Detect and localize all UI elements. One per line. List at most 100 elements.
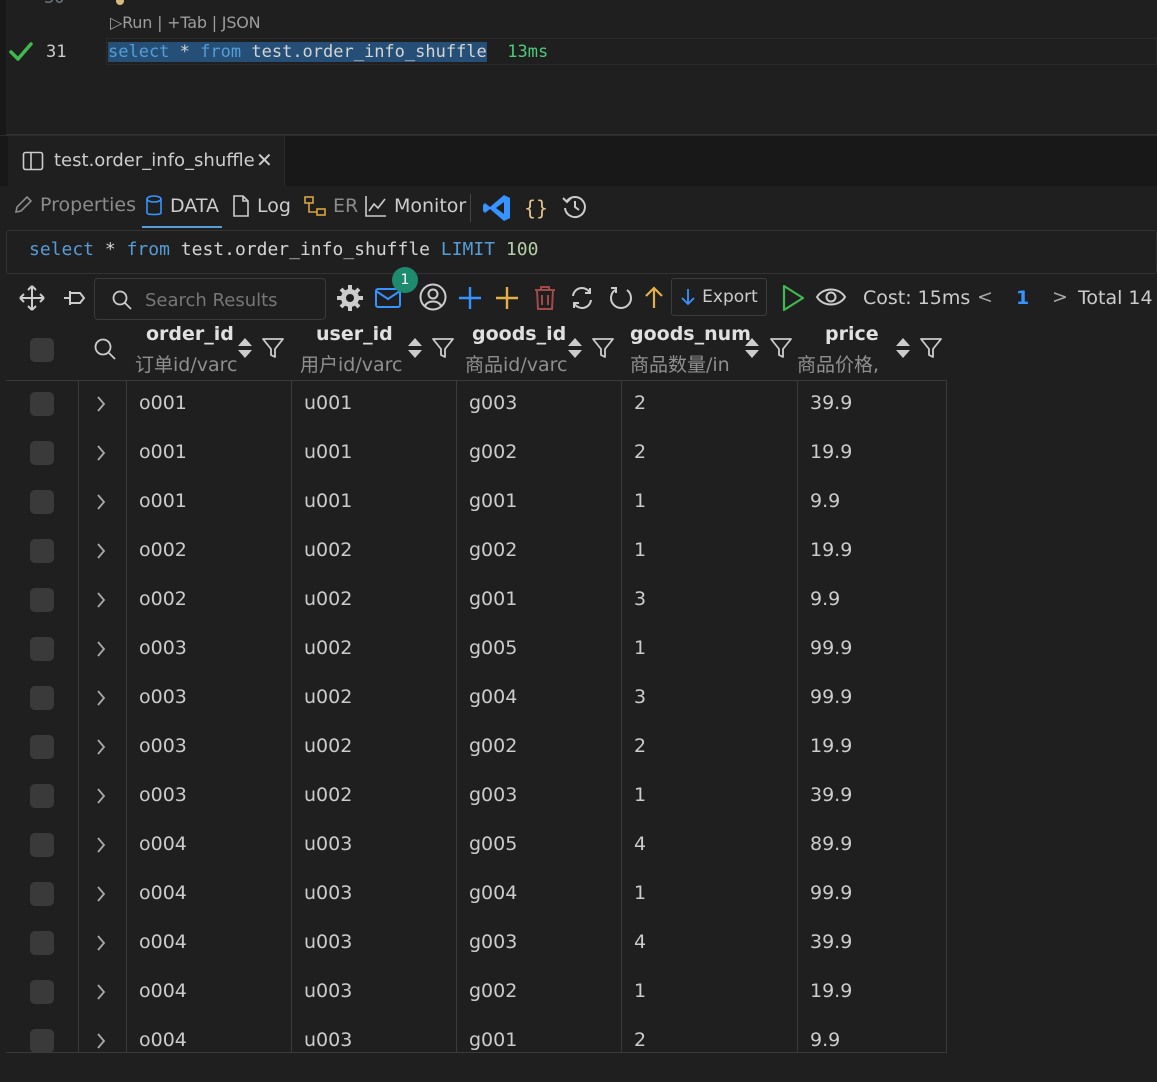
cell-order-id[interactable]: o004 [139, 833, 187, 855]
next-page-button[interactable]: > [1052, 286, 1068, 308]
cell-order-id[interactable]: o004 [139, 882, 187, 904]
cell-price[interactable]: 99.9 [810, 637, 852, 659]
table-row[interactable]: o003 u002 g002 2 19.9 [6, 723, 947, 772]
sort-icon[interactable] [406, 336, 424, 360]
filter-icon[interactable] [919, 336, 943, 360]
sort-icon[interactable] [894, 336, 912, 360]
cell-goods-id[interactable]: g001 [469, 588, 517, 610]
table-row[interactable]: o004 u003 g002 1 19.9 [6, 968, 947, 1017]
cell-goods-num[interactable]: 4 [634, 833, 646, 855]
row-checkbox[interactable] [30, 588, 54, 612]
tab-log[interactable]: Log [231, 194, 291, 218]
row-checkbox[interactable] [30, 539, 54, 563]
cell-order-id[interactable]: o001 [139, 490, 187, 512]
cell-order-id[interactable]: o003 [139, 784, 187, 806]
cell-goods-num[interactable]: 1 [634, 637, 646, 659]
cell-goods-id[interactable]: g002 [469, 441, 517, 463]
row-checkbox[interactable] [30, 1029, 54, 1053]
filter-icon[interactable] [431, 336, 455, 360]
cell-goods-num[interactable]: 2 [634, 441, 646, 463]
cell-order-id[interactable]: o002 [139, 588, 187, 610]
vscode-icon[interactable] [481, 192, 513, 224]
table-row[interactable]: o003 u002 g005 1 99.9 [6, 625, 947, 674]
cell-price[interactable]: 89.9 [810, 833, 852, 855]
row-checkbox[interactable] [30, 490, 54, 514]
cell-price[interactable]: 39.9 [810, 392, 852, 414]
cell-goods-id[interactable]: g002 [469, 539, 517, 561]
cell-user-id[interactable]: u002 [304, 686, 352, 708]
cell-goods-num[interactable]: 2 [634, 735, 646, 757]
close-icon[interactable]: ✕ [256, 148, 273, 172]
run-icon[interactable] [779, 283, 807, 313]
move-icon[interactable] [18, 284, 46, 312]
arrow-up-icon[interactable] [641, 284, 667, 312]
cell-user-id[interactable]: u003 [304, 833, 352, 855]
cell-user-id[interactable]: u002 [304, 784, 352, 806]
cell-price[interactable]: 19.9 [810, 441, 852, 463]
cell-goods-id[interactable]: g005 [469, 833, 517, 855]
cell-user-id[interactable]: u002 [304, 539, 352, 561]
tab-er[interactable]: ER [303, 194, 358, 218]
row-checkbox[interactable] [30, 686, 54, 710]
user-icon[interactable] [418, 282, 448, 312]
code-line[interactable]: select * from test.order_info_shuffle 13… [108, 42, 548, 62]
table-row[interactable]: o002 u002 g001 3 9.9 [6, 576, 947, 625]
cell-price[interactable]: 9.9 [810, 490, 840, 512]
chevron-right-icon[interactable] [94, 883, 108, 905]
cell-price[interactable]: 99.9 [810, 686, 852, 708]
chevron-right-icon[interactable] [94, 834, 108, 856]
chevron-right-icon[interactable] [94, 736, 108, 758]
cell-goods-num[interactable]: 1 [634, 980, 646, 1002]
cell-price[interactable]: 9.9 [810, 1029, 840, 1051]
chevron-right-icon[interactable] [94, 785, 108, 807]
row-checkbox[interactable] [30, 833, 54, 857]
cell-order-id[interactable]: o004 [139, 931, 187, 953]
row-checkbox[interactable] [30, 784, 54, 808]
cell-goods-num[interactable]: 3 [634, 686, 646, 708]
cell-goods-id[interactable]: g001 [469, 490, 517, 512]
table-row[interactable]: o003 u002 g004 3 99.9 [6, 674, 947, 723]
cell-goods-num[interactable]: 4 [634, 931, 646, 953]
chevron-right-icon[interactable] [94, 442, 108, 464]
sort-icon[interactable] [236, 336, 254, 360]
cell-user-id[interactable]: u002 [304, 637, 352, 659]
export-button[interactable]: Export [671, 278, 767, 316]
cell-goods-num[interactable]: 1 [634, 882, 646, 904]
cell-user-id[interactable]: u003 [304, 980, 352, 1002]
table-row[interactable]: o003 u002 g003 1 39.9 [6, 772, 947, 821]
row-checkbox[interactable] [30, 980, 54, 1004]
search-results-box[interactable] [94, 278, 326, 320]
cell-order-id[interactable]: o004 [139, 980, 187, 1002]
cell-user-id[interactable]: u001 [304, 392, 352, 414]
cell-order-id[interactable]: o004 [139, 1029, 187, 1051]
chevron-right-icon[interactable] [94, 687, 108, 709]
cell-price[interactable]: 19.9 [810, 539, 852, 561]
cell-goods-num[interactable]: 1 [634, 784, 646, 806]
column-header-goods-id[interactable]: goods_id 商品id/varc [456, 322, 621, 380]
column-header-goods-num[interactable]: goods_num 商品数量/in [621, 322, 797, 380]
trash-icon[interactable] [532, 284, 558, 312]
filter-icon[interactable] [769, 336, 793, 360]
cell-goods-id[interactable]: g002 [469, 980, 517, 1002]
row-checkbox[interactable] [30, 931, 54, 955]
column-header-order-id[interactable]: order_id 订单id/varc [126, 322, 291, 380]
tab-order-info-shuffle[interactable]: test.order_info_shuffle ✕ [8, 136, 285, 186]
cell-user-id[interactable]: u003 [304, 882, 352, 904]
filter-icon[interactable] [261, 336, 285, 360]
search-input[interactable] [143, 287, 317, 313]
chevron-right-icon[interactable] [94, 638, 108, 660]
eye-icon[interactable] [815, 285, 847, 309]
tab-data[interactable]: DATA [144, 194, 219, 218]
cell-order-id[interactable]: o003 [139, 735, 187, 757]
prev-page-button[interactable]: < [977, 286, 993, 308]
gear-icon[interactable] [336, 284, 364, 312]
cell-user-id[interactable]: u003 [304, 1029, 352, 1051]
row-checkbox[interactable] [30, 441, 54, 465]
cell-goods-id[interactable]: g001 [469, 1029, 517, 1051]
sort-icon[interactable] [566, 336, 584, 360]
cell-goods-id[interactable]: g003 [469, 931, 517, 953]
cell-goods-num[interactable]: 2 [634, 1029, 646, 1051]
table-row[interactable]: o004 u003 g001 2 9.9 [6, 1017, 947, 1066]
cell-price[interactable]: 19.9 [810, 735, 852, 757]
refresh-icon[interactable] [607, 284, 635, 312]
